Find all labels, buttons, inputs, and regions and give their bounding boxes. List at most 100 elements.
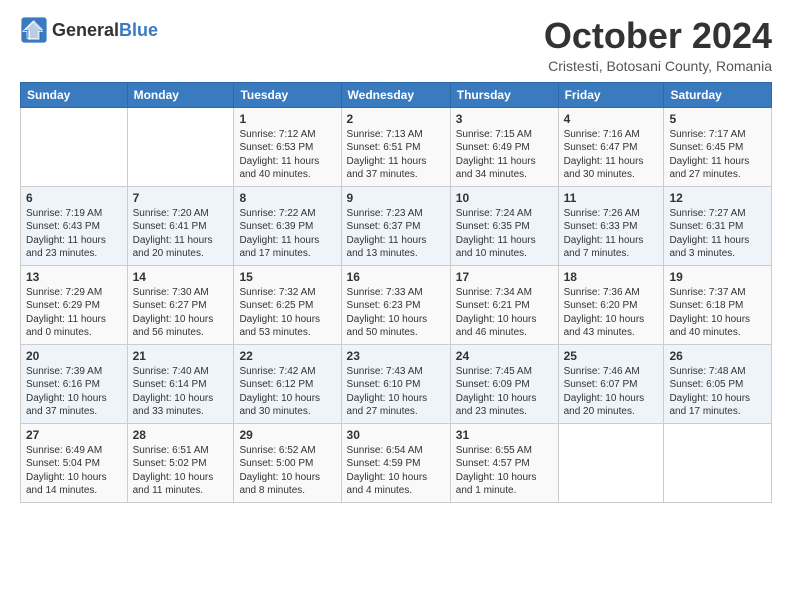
day-number: 30 <box>347 428 445 442</box>
cell-details: Sunrise: 7:45 AM Sunset: 6:09 PM Dayligh… <box>456 365 553 419</box>
calendar-cell: 27Sunrise: 6:49 AM Sunset: 5:04 PM Dayli… <box>21 423 128 502</box>
logo-icon <box>20 16 48 44</box>
cell-details: Sunrise: 7:48 AM Sunset: 6:05 PM Dayligh… <box>669 365 766 419</box>
calendar-cell: 10 Sunrise: 7:24 AM Sunset: 6:35 PM Dayli… <box>450 186 558 265</box>
cell-details: Sunrise: 7:39 AM Sunset: 6:16 PM Dayligh… <box>26 365 122 419</box>
day-number: 14 <box>133 270 229 284</box>
day-number: 22 <box>239 349 335 363</box>
calendar-cell: 11 Sunrise: 7:26 AM Sunset: 6:33 PM Dayli… <box>558 186 664 265</box>
cell-details: Sunrise: 7:17 AM Sunset: 6:45 PM Dayligh… <box>669 128 766 182</box>
title-block: October 2024 Cristesti, Botosani County,… <box>544 16 772 74</box>
day-number: 26 <box>669 349 766 363</box>
day-number: 7 <box>133 191 229 205</box>
calendar-cell: 21 Sunrise: 7:40 AM Sunset: 6:14 PM Dayli… <box>127 344 234 423</box>
cell-details: Sunrise: 7:15 AM Sunset: 6:49 PM Dayligh… <box>456 128 553 182</box>
col-header-friday: Friday <box>558 82 664 107</box>
calendar-cell: 5 Sunrise: 7:17 AM Sunset: 6:45 PM Daylig… <box>664 107 772 186</box>
calendar-cell: 16 Sunrise: 7:33 AM Sunset: 6:23 PM Dayli… <box>341 265 450 344</box>
day-number: 18 <box>564 270 659 284</box>
calendar-cell: 6 Sunrise: 7:19 AM Sunset: 6:43 PM Daylig… <box>21 186 128 265</box>
cell-details: Sunrise: 7:36 AM Sunset: 6:20 PM Dayligh… <box>564 286 659 340</box>
day-number: 23 <box>347 349 445 363</box>
calendar-cell: 29 Sunrise: 6:52 AM Sunset: 5:00 PM Dayli… <box>234 423 341 502</box>
calendar-cell <box>664 423 772 502</box>
col-header-saturday: Saturday <box>664 82 772 107</box>
day-number: 20 <box>26 349 122 363</box>
calendar-cell: 8Sunrise: 7:22 AM Sunset: 6:39 PM Daylig… <box>234 186 341 265</box>
cell-details: Sunrise: 7:43 AM Sunset: 6:10 PM Dayligh… <box>347 365 445 419</box>
cell-details: Sunrise: 7:29 AM Sunset: 6:29 PM Dayligh… <box>26 286 122 340</box>
cell-details: Sunrise: 7:30 AM Sunset: 6:27 PM Dayligh… <box>133 286 229 340</box>
logo-text: GeneralBlue <box>52 21 158 40</box>
day-number: 17 <box>456 270 553 284</box>
cell-details: Sunrise: 7:24 AM Sunset: 6:35 PM Dayligh… <box>456 207 553 261</box>
col-header-monday: Monday <box>127 82 234 107</box>
day-number: 15 <box>239 270 335 284</box>
logo-general: General <box>52 20 119 40</box>
cell-details: Sunrise: 7:42 AM Sunset: 6:12 PM Dayligh… <box>239 365 335 419</box>
day-number: 29 <box>239 428 335 442</box>
cell-details: Sunrise: 6:49 AM Sunset: 5:04 PM Dayligh… <box>26 444 122 498</box>
cell-details: Sunrise: 6:54 AM Sunset: 4:59 PM Dayligh… <box>347 444 445 498</box>
calendar-week-row: 13Sunrise: 7:29 AM Sunset: 6:29 PM Dayli… <box>21 265 772 344</box>
calendar-week-row: 20 Sunrise: 7:39 AM Sunset: 6:16 PM Dayli… <box>21 344 772 423</box>
calendar-cell: 9 Sunrise: 7:23 AM Sunset: 6:37 PM Daylig… <box>341 186 450 265</box>
calendar-cell <box>127 107 234 186</box>
calendar-week-row: 1 Sunrise: 7:12 AM Sunset: 6:53 PM Daylig… <box>21 107 772 186</box>
day-number: 12 <box>669 191 766 205</box>
col-header-thursday: Thursday <box>450 82 558 107</box>
day-number: 21 <box>133 349 229 363</box>
calendar: SundayMondayTuesdayWednesdayThursdayFrid… <box>20 82 772 503</box>
calendar-cell: 30 Sunrise: 6:54 AM Sunset: 4:59 PM Dayli… <box>341 423 450 502</box>
cell-details: Sunrise: 7:20 AM Sunset: 6:41 PM Dayligh… <box>133 207 229 261</box>
cell-details: Sunrise: 7:23 AM Sunset: 6:37 PM Dayligh… <box>347 207 445 261</box>
calendar-week-row: 27Sunrise: 6:49 AM Sunset: 5:04 PM Dayli… <box>21 423 772 502</box>
calendar-cell: 1 Sunrise: 7:12 AM Sunset: 6:53 PM Daylig… <box>234 107 341 186</box>
calendar-cell: 24Sunrise: 7:45 AM Sunset: 6:09 PM Dayli… <box>450 344 558 423</box>
col-header-tuesday: Tuesday <box>234 82 341 107</box>
cell-details: Sunrise: 7:26 AM Sunset: 6:33 PM Dayligh… <box>564 207 659 261</box>
day-number: 28 <box>133 428 229 442</box>
calendar-cell <box>558 423 664 502</box>
calendar-cell: 14 Sunrise: 7:30 AM Sunset: 6:27 PM Dayli… <box>127 265 234 344</box>
day-number: 9 <box>347 191 445 205</box>
calendar-cell <box>21 107 128 186</box>
calendar-cell: 13Sunrise: 7:29 AM Sunset: 6:29 PM Dayli… <box>21 265 128 344</box>
cell-details: Sunrise: 7:19 AM Sunset: 6:43 PM Dayligh… <box>26 207 122 261</box>
calendar-cell: 20 Sunrise: 7:39 AM Sunset: 6:16 PM Dayli… <box>21 344 128 423</box>
calendar-cell: 22 Sunrise: 7:42 AM Sunset: 6:12 PM Dayli… <box>234 344 341 423</box>
calendar-cell: 23 Sunrise: 7:43 AM Sunset: 6:10 PM Dayli… <box>341 344 450 423</box>
day-number: 25 <box>564 349 659 363</box>
cell-details: Sunrise: 7:37 AM Sunset: 6:18 PM Dayligh… <box>669 286 766 340</box>
cell-details: Sunrise: 6:52 AM Sunset: 5:00 PM Dayligh… <box>239 444 335 498</box>
cell-details: Sunrise: 7:27 AM Sunset: 6:31 PM Dayligh… <box>669 207 766 261</box>
calendar-cell: 2Sunrise: 7:13 AM Sunset: 6:51 PM Daylig… <box>341 107 450 186</box>
calendar-cell: 18 Sunrise: 7:36 AM Sunset: 6:20 PM Dayli… <box>558 265 664 344</box>
day-number: 10 <box>456 191 553 205</box>
cell-details: Sunrise: 7:40 AM Sunset: 6:14 PM Dayligh… <box>133 365 229 419</box>
calendar-cell: 17 Sunrise: 7:34 AM Sunset: 6:21 PM Dayli… <box>450 265 558 344</box>
day-number: 5 <box>669 112 766 126</box>
calendar-cell: 25Sunrise: 7:46 AM Sunset: 6:07 PM Dayli… <box>558 344 664 423</box>
day-number: 6 <box>26 191 122 205</box>
calendar-cell: 26 Sunrise: 7:48 AM Sunset: 6:05 PM Dayli… <box>664 344 772 423</box>
calendar-week-row: 6 Sunrise: 7:19 AM Sunset: 6:43 PM Daylig… <box>21 186 772 265</box>
day-number: 8 <box>239 191 335 205</box>
col-header-sunday: Sunday <box>21 82 128 107</box>
day-number: 1 <box>239 112 335 126</box>
cell-details: Sunrise: 7:12 AM Sunset: 6:53 PM Dayligh… <box>239 128 335 182</box>
day-number: 11 <box>564 191 659 205</box>
calendar-cell: 3Sunrise: 7:15 AM Sunset: 6:49 PM Daylig… <box>450 107 558 186</box>
cell-details: Sunrise: 7:33 AM Sunset: 6:23 PM Dayligh… <box>347 286 445 340</box>
calendar-cell: 7 Sunrise: 7:20 AM Sunset: 6:41 PM Daylig… <box>127 186 234 265</box>
calendar-cell: 28 Sunrise: 6:51 AM Sunset: 5:02 PM Dayli… <box>127 423 234 502</box>
calendar-cell: 31Sunrise: 6:55 AM Sunset: 4:57 PM Dayli… <box>450 423 558 502</box>
cell-details: Sunrise: 6:55 AM Sunset: 4:57 PM Dayligh… <box>456 444 553 498</box>
cell-details: Sunrise: 6:51 AM Sunset: 5:02 PM Dayligh… <box>133 444 229 498</box>
day-number: 4 <box>564 112 659 126</box>
day-number: 16 <box>347 270 445 284</box>
cell-details: Sunrise: 7:13 AM Sunset: 6:51 PM Dayligh… <box>347 128 445 182</box>
calendar-cell: 19Sunrise: 7:37 AM Sunset: 6:18 PM Dayli… <box>664 265 772 344</box>
cell-details: Sunrise: 7:34 AM Sunset: 6:21 PM Dayligh… <box>456 286 553 340</box>
cell-details: Sunrise: 7:16 AM Sunset: 6:47 PM Dayligh… <box>564 128 659 182</box>
